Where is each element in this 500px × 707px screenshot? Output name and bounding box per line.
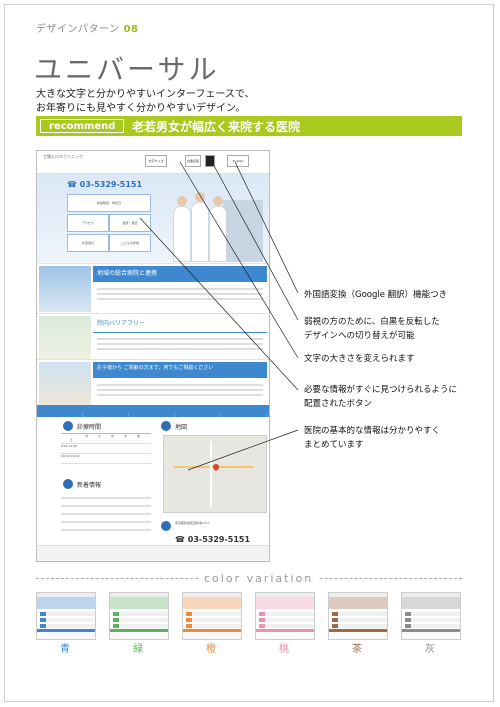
- annotation-buttons: 必要な情報がすぐに見つけられるように 配置されたボタン: [304, 385, 458, 409]
- color-variation-label: 桃: [279, 644, 289, 655]
- annotation-basic-info: 医院の基本的な情報は分かりやすく まとめています: [304, 426, 441, 450]
- annotation-font-size: 文字の大きさを変えられます: [304, 354, 415, 364]
- color-variation-label: 青: [60, 644, 70, 655]
- color-variation-label: 灰: [425, 644, 435, 655]
- color-variation-thumbnail: [36, 592, 96, 640]
- color-variation-label: 橙: [206, 644, 216, 655]
- annotation-translate: 外国語変換（Google 翻訳）機能つき: [304, 290, 448, 300]
- color-variation-thumbnail: [182, 592, 242, 640]
- color-variation-label: 茶: [352, 644, 362, 655]
- color-variation-thumbnail: [401, 592, 461, 640]
- color-variation-thumbnail: [109, 592, 169, 640]
- color-variation-heading: color variation: [198, 572, 320, 585]
- annotation-invert: 弱視の方のために、白黒を反転した デザインへの切り替えが可能: [304, 317, 440, 341]
- color-variation-thumbnail: [328, 592, 388, 640]
- color-variation-label: 緑: [133, 644, 143, 655]
- color-variation-thumbnail: [255, 592, 315, 640]
